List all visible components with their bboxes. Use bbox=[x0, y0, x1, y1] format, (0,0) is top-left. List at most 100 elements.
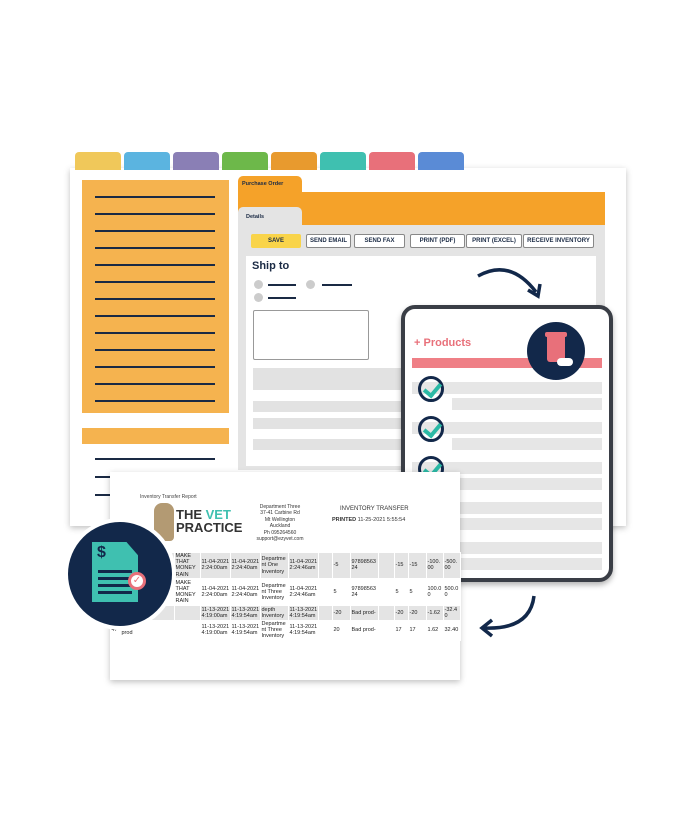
text-line bbox=[95, 332, 215, 334]
table-cell: -100.00 bbox=[426, 551, 444, 580]
table-cell: 1.62 bbox=[426, 619, 444, 642]
sidebar-panel bbox=[82, 180, 229, 413]
color-tab[interactable] bbox=[124, 152, 170, 170]
table-cell: 5 bbox=[332, 578, 351, 607]
table-cell: MAKE THAT MONEY RAIN bbox=[174, 551, 201, 580]
table-cell: -5 bbox=[332, 551, 351, 580]
medicine-badge bbox=[527, 322, 585, 380]
table-cell: -500.00 bbox=[443, 551, 461, 580]
table-cell: 11-13-2021 4:19:00am bbox=[200, 605, 231, 621]
table-cell: 11-04-2021 2:24:40am bbox=[230, 551, 261, 580]
table-cell: 500.00 bbox=[443, 578, 461, 607]
table-cell: -20 bbox=[394, 605, 409, 621]
table-cell bbox=[378, 619, 395, 642]
text-line bbox=[95, 458, 215, 460]
ship-to-heading: Ship to bbox=[252, 260, 290, 272]
address-textarea[interactable] bbox=[253, 310, 369, 360]
table-cell: 11-04-2021 2:24:46am bbox=[288, 551, 319, 580]
invoice-badge: $ ✓ bbox=[68, 522, 172, 626]
table-cell: 32.40 bbox=[443, 619, 461, 642]
table-cell bbox=[318, 578, 333, 607]
table-cell: 20 bbox=[332, 619, 351, 642]
table-cell: 9789856324 bbox=[350, 551, 379, 580]
report-title: Inventory Transfer Report bbox=[140, 494, 197, 500]
send-email-button[interactable]: SEND EMAIL bbox=[306, 234, 351, 248]
table-cell bbox=[378, 551, 395, 580]
text-line bbox=[95, 366, 215, 368]
text-line bbox=[95, 315, 215, 317]
table-cell bbox=[378, 605, 395, 621]
clinic-address: Department Three 37-41 Carbine Rd Mt Welli… bbox=[256, 504, 304, 543]
vet-logo: THE VET PRACTICE bbox=[176, 507, 243, 535]
color-tab[interactable] bbox=[75, 152, 121, 170]
table-cell: 11-04-2021 2:24:00am bbox=[200, 578, 231, 607]
table-cell bbox=[174, 619, 201, 642]
table-cell: -20 bbox=[332, 605, 351, 621]
table-cell bbox=[318, 605, 333, 621]
dollar-icon: $ bbox=[97, 544, 106, 561]
table-cell: Department One Inventory bbox=[260, 551, 289, 580]
radio[interactable] bbox=[254, 293, 263, 302]
checkbox-checked[interactable] bbox=[418, 376, 444, 402]
color-tab[interactable] bbox=[369, 152, 415, 170]
table-cell: -32.40 bbox=[443, 605, 461, 621]
text-line bbox=[95, 230, 215, 232]
pill-icon bbox=[557, 358, 573, 366]
approved-check-icon: ✓ bbox=[128, 572, 146, 590]
checkbox-checked[interactable] bbox=[418, 416, 444, 442]
radio[interactable] bbox=[254, 280, 263, 289]
color-tab[interactable] bbox=[173, 152, 219, 170]
table-cell: 100.00 bbox=[426, 578, 444, 607]
table-row: 47Bad prod11-13-2021 4:19:00am11-13-2021… bbox=[110, 619, 461, 642]
arrow-icon bbox=[479, 595, 536, 638]
text-line bbox=[95, 281, 215, 283]
print-pdf-button[interactable]: PRINT (PDF) bbox=[410, 234, 465, 248]
table-cell: 5 bbox=[408, 578, 427, 607]
printed-date: PRINTED 11-25-2021 5:55:54 bbox=[332, 517, 406, 523]
text-line bbox=[95, 196, 215, 198]
sidebar-bar bbox=[82, 428, 229, 444]
invoice-icon: $ bbox=[92, 542, 138, 602]
table-row: 47Bad prod11-13-2021 4:19:00am11-13-2021… bbox=[110, 605, 461, 621]
table-cell bbox=[318, 551, 333, 580]
text-line bbox=[95, 349, 215, 351]
products-title: + Products bbox=[414, 337, 472, 349]
receive-inventory-button[interactable]: RECEIVE INVENTORY bbox=[523, 234, 594, 248]
table-cell: 17 bbox=[408, 619, 427, 642]
color-tab[interactable] bbox=[320, 152, 366, 170]
radio[interactable] bbox=[306, 280, 315, 289]
table-cell: -20 bbox=[408, 605, 427, 621]
table-cell: Department Three Inventory bbox=[260, 578, 289, 607]
table-cell: 17 bbox=[394, 619, 409, 642]
table-cell: -15 bbox=[394, 551, 409, 580]
table-cell: MAKE THAT MONEY RAIN bbox=[174, 578, 201, 607]
table-cell bbox=[174, 605, 201, 621]
tab-details[interactable]: Details bbox=[238, 207, 302, 227]
color-tab[interactable] bbox=[271, 152, 317, 170]
dog-logo-icon bbox=[154, 503, 174, 541]
table-cell: 11-04-2021 2:24:46am bbox=[288, 578, 319, 607]
text-line bbox=[95, 213, 215, 215]
table-cell: 11-13-2021 4:19:54am bbox=[230, 619, 261, 642]
text-line bbox=[95, 264, 215, 266]
table-cell: 11-04-2021 2:24:00am bbox=[200, 551, 231, 580]
table-cell: -1.62 bbox=[426, 605, 444, 621]
print-excel-button[interactable]: PRINT (EXCEL) bbox=[466, 234, 522, 248]
table-cell: 11-04-2021 2:24:40am bbox=[230, 578, 261, 607]
color-tab[interactable] bbox=[418, 152, 464, 170]
table-cell: 11-13-2021 4:19:54am bbox=[288, 605, 319, 621]
text-line bbox=[95, 400, 215, 402]
text-line bbox=[95, 383, 215, 385]
send-fax-button[interactable]: SEND FAX bbox=[354, 234, 405, 248]
text-line bbox=[95, 298, 215, 300]
table-cell: 11-13-2021 4:19:54am bbox=[288, 619, 319, 642]
arrow-icon bbox=[477, 268, 542, 299]
table-cell: Department Three Inventory bbox=[260, 619, 289, 642]
color-tab[interactable] bbox=[222, 152, 268, 170]
report-heading: INVENTORY TRANSFER bbox=[340, 506, 409, 512]
table-cell: 11-13-2021 4:19:54am bbox=[230, 605, 261, 621]
save-button[interactable]: SAVE bbox=[251, 234, 301, 248]
table-cell: -15 bbox=[408, 551, 427, 580]
table-cell: 5 bbox=[394, 578, 409, 607]
table-cell bbox=[140, 619, 175, 642]
